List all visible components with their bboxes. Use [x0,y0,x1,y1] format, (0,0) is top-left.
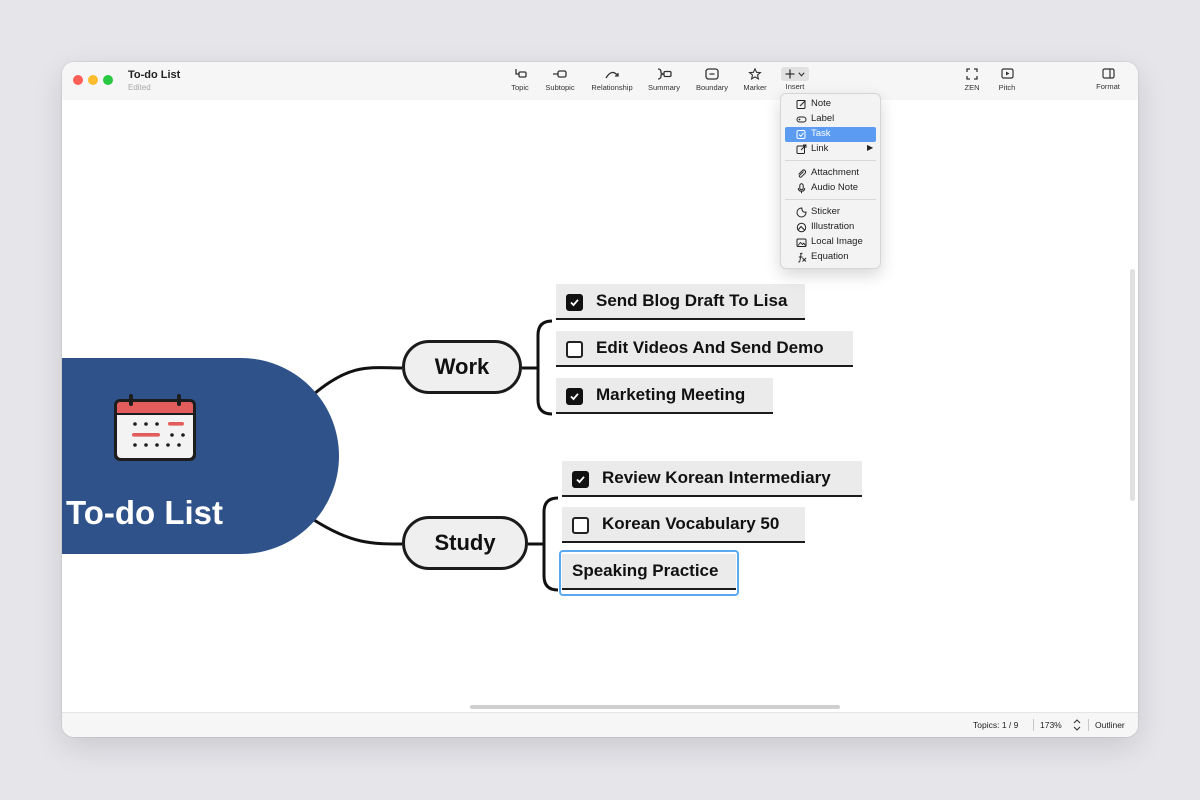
menu-item-link[interactable]: Link ▶ [785,142,876,157]
menu-separator [785,199,876,200]
topic-button-label: Topic [511,83,529,92]
task-label: Review Korean Intermediary [602,468,831,487]
topic-button[interactable]: Topic [505,66,535,96]
task-icon [796,130,806,139]
summary-icon [657,68,672,80]
title-bar: To-do List Edited Topic Subtopic Relatio… [62,62,1138,101]
boundary-icon [705,68,719,80]
marker-button[interactable]: Marker [740,66,770,96]
checkbox-unchecked[interactable] [566,341,583,358]
zen-button-label: ZEN [964,83,980,92]
minimize-window-button[interactable] [88,75,98,85]
relationship-button-label: Relationship [591,83,633,92]
zoom-level[interactable]: 173% [1040,720,1062,730]
link-icon [796,144,807,154]
attachment-icon [798,169,807,178]
close-window-button[interactable] [73,75,83,85]
task-item[interactable]: Edit Videos And Send Demo [556,331,853,367]
pitch-button-label: Pitch [998,83,1016,92]
maximize-window-button[interactable] [103,75,113,85]
task-label: Marketing Meeting [596,385,746,404]
horizontal-scrollbar[interactable] [470,705,840,709]
checkmark-icon [576,476,585,484]
task-label: Korean Vocabulary 50 [602,514,780,533]
note-icon [796,100,806,109]
relationship-icon [605,71,619,79]
plus-icon [785,69,795,79]
summary-button-label: Summary [647,83,681,92]
subtopic-button-label: Subtopic [545,83,575,92]
format-button[interactable]: Format [1093,66,1123,96]
selection-highlight [559,550,739,596]
marker-button-label: Marker [743,83,767,92]
insert-button[interactable]: Insert [779,66,811,96]
pitch-button[interactable]: Pitch [994,66,1020,96]
insert-dropdown-menu: Note Label Task Link ▶ Attachment Audio … [780,93,881,269]
task-item[interactable]: Review Korean Intermediary [562,461,862,497]
format-button-label: Format [1096,82,1120,91]
topics-count: Topics: 1 / 9 [973,720,1019,730]
status-bar: Topics: 1 / 9 173% Outliner [62,712,1138,737]
insert-button-label: Insert [785,82,805,91]
star-icon [748,68,762,80]
menu-item-task[interactable]: Task [785,127,876,142]
document-status: Edited [128,83,151,92]
fullscreen-icon [966,68,978,80]
task-item[interactable]: Send Blog Draft To Lisa [556,284,805,320]
boundary-button-label: Boundary [695,83,729,92]
mindmap-canvas[interactable]: To-do List Work Study Send Blog Draft To… [62,100,1138,712]
topic-icon [515,69,527,78]
task-label: Edit Videos And Send Demo [596,338,824,357]
menu-item-audio-note[interactable]: Audio Note [785,181,876,196]
task-item[interactable]: Marketing Meeting [556,378,773,414]
outliner-button[interactable]: Outliner [1095,720,1125,730]
zen-button[interactable]: ZEN [959,66,985,96]
menu-item-illustration[interactable]: Illustration [785,220,876,235]
zoom-stepper-icon[interactable] [1073,719,1081,731]
status-divider [1033,719,1034,731]
microphone-icon [797,183,806,194]
checkbox-unchecked[interactable] [572,517,589,534]
menu-item-local-image[interactable]: Local Image [785,235,876,250]
status-divider [1088,719,1089,731]
central-topic[interactable]: To-do List [62,358,339,554]
boundary-button[interactable]: Boundary [693,66,731,96]
sidebar-panel-icon [1101,68,1115,79]
sticker-icon [796,207,807,218]
checkmark-icon [570,299,579,307]
image-icon [796,238,807,247]
central-topic-title: To-do List [66,494,224,531]
vertical-scrollbar[interactable] [1130,269,1135,501]
checkbox-checked[interactable] [566,388,583,405]
subtopic-icon [553,70,567,78]
checkbox-checked[interactable] [572,471,589,488]
subtopic-button[interactable]: Subtopic [541,66,579,96]
document-title: To-do List [128,69,181,81]
checkbox-checked[interactable] [566,294,583,311]
menu-item-attachment[interactable]: Attachment [785,166,876,181]
task-label: Send Blog Draft To Lisa [596,291,788,310]
menu-item-equation[interactable]: Equation [785,250,876,265]
label-icon [796,116,807,123]
app-window: To-do List Edited Topic Subtopic Relatio… [62,62,1138,737]
menu-item-note[interactable]: Note [785,97,876,112]
calendar-icon [114,394,196,461]
task-item[interactable]: Korean Vocabulary 50 [562,507,805,543]
checkmark-icon [570,393,579,401]
branch-topic-work[interactable]: Work [402,340,522,394]
play-icon [1000,68,1014,79]
menu-separator [785,160,876,161]
illustration-icon [796,222,807,233]
submenu-arrow-icon: ▶ [867,143,874,152]
relationship-button[interactable]: Relationship [587,66,637,96]
equation-icon [798,252,807,263]
chevron-down-icon [798,72,805,77]
summary-button[interactable]: Summary [645,66,683,96]
menu-item-sticker[interactable]: Sticker [785,205,876,220]
menu-item-label[interactable]: Label [785,112,876,127]
branch-topic-study[interactable]: Study [402,516,528,570]
